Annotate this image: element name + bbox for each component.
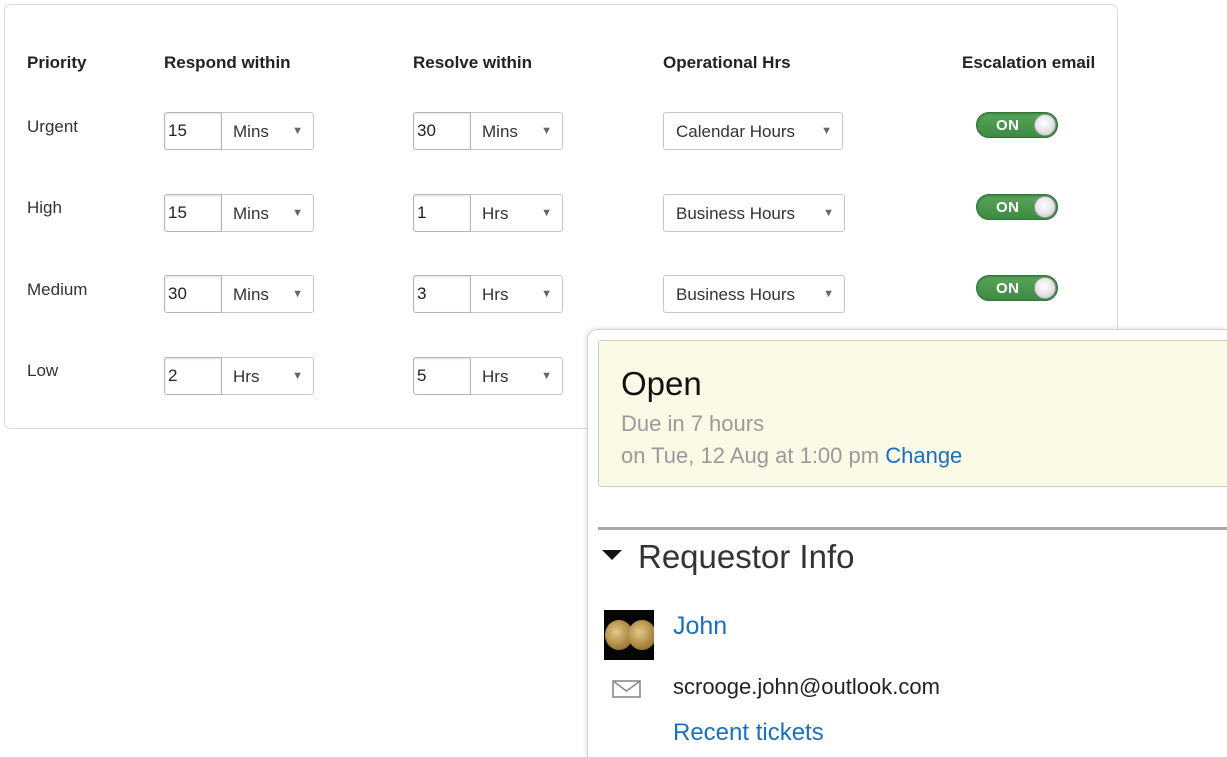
resolve-value-input[interactable]: 3 [413,275,471,313]
escalation-toggle[interactable]: ON [976,194,1058,220]
respond-value-input[interactable]: 15 [164,194,222,232]
toggle-knob [1034,114,1056,136]
operational-hours-label: Calendar Hours [676,122,796,141]
resolve-unit-label: Hrs [482,285,509,304]
priority-medium: Medium [27,280,88,299]
recent-tickets-link[interactable]: Recent tickets [673,719,824,747]
escalation-toggle[interactable]: ON [976,275,1058,301]
resolve-unit-label: Mins [482,122,518,141]
respond-unit-label: Mins [233,204,269,223]
chevron-down-icon: ▼ [292,288,303,300]
mail-icon [612,680,641,698]
respond-value-input[interactable]: 30 [164,275,222,313]
resolve-unit-select[interactable]: Hrs ▼ [471,194,563,232]
avatar[interactable] [604,610,654,660]
requestor-name-link[interactable]: John [673,612,727,641]
operational-hours-select[interactable]: Calendar Hours ▼ [663,112,843,150]
chevron-down-icon: ▼ [541,370,552,382]
resolve-unit-label: Hrs [482,204,509,223]
respond-unit-label: Hrs [233,367,260,386]
caret-down-icon[interactable] [602,550,622,560]
due-summary: Due in 7 hours [621,411,765,436]
header-escalation-email: Escalation email [962,53,1096,72]
chevron-down-icon: ▼ [541,207,552,219]
ticket-status: Open [621,365,702,402]
respond-unit-label: Mins [233,285,269,304]
respond-unit-select[interactable]: Hrs ▼ [222,357,314,395]
respond-value-input[interactable]: 2 [164,357,222,395]
toggle-knob [1034,196,1056,218]
resolve-unit-select[interactable]: Hrs ▼ [471,357,563,395]
header-resolve-within: Resolve within [413,53,533,72]
priority-high: High [27,198,62,217]
chevron-down-icon: ▼ [541,125,552,137]
ticket-details-panel: Open Due in 7 hours on Tue, 12 Aug at 1:… [587,329,1227,757]
avatar-coin-right [628,620,654,650]
chevron-down-icon: ▼ [823,207,834,219]
priority-urgent: Urgent [27,117,79,136]
operational-hours-label: Business Hours [676,204,796,223]
header-operational-hrs: Operational Hrs [663,53,791,72]
resolve-unit-label: Hrs [482,367,509,386]
escalation-toggle[interactable]: ON [976,112,1058,138]
operational-hours-select[interactable]: Business Hours ▼ [663,194,845,232]
respond-unit-select[interactable]: Mins ▼ [222,112,314,150]
toggle-label: ON [996,117,1020,134]
respond-unit-select[interactable]: Mins ▼ [222,194,314,232]
toggle-label: ON [996,280,1020,297]
change-due-link[interactable]: Change [885,443,962,468]
chevron-down-icon: ▼ [823,288,834,300]
operational-hours-label: Business Hours [676,285,796,304]
chevron-down-icon: ▼ [292,370,303,382]
toggle-knob [1034,277,1056,299]
resolve-value-input[interactable]: 30 [413,112,471,150]
resolve-unit-select[interactable]: Mins ▼ [471,112,563,150]
due-datetime: on Tue, 12 Aug at 1:00 pm [621,443,880,468]
ticket-status-box: Open Due in 7 hours on Tue, 12 Aug at 1:… [598,340,1227,487]
chevron-down-icon: ▼ [292,207,303,219]
resolve-value-input[interactable]: 5 [413,357,471,395]
resolve-unit-select[interactable]: Hrs ▼ [471,275,563,313]
header-priority: Priority [27,53,87,72]
chevron-down-icon: ▼ [541,288,552,300]
toggle-label: ON [996,199,1020,216]
requestor-info-heading[interactable]: Requestor Info [638,538,854,576]
respond-value-input[interactable]: 15 [164,112,222,150]
resolve-value-input[interactable]: 1 [413,194,471,232]
respond-unit-label: Mins [233,122,269,141]
section-divider [598,527,1227,530]
requestor-email: scrooge.john@outlook.com [673,674,940,699]
header-respond-within: Respond within [164,53,291,72]
priority-low: Low [27,361,59,380]
due-datetime-line: on Tue, 12 Aug at 1:00 pm Change [621,443,962,469]
respond-unit-select[interactable]: Mins ▼ [222,275,314,313]
chevron-down-icon: ▼ [821,125,832,137]
operational-hours-select[interactable]: Business Hours ▼ [663,275,845,313]
chevron-down-icon: ▼ [292,125,303,137]
